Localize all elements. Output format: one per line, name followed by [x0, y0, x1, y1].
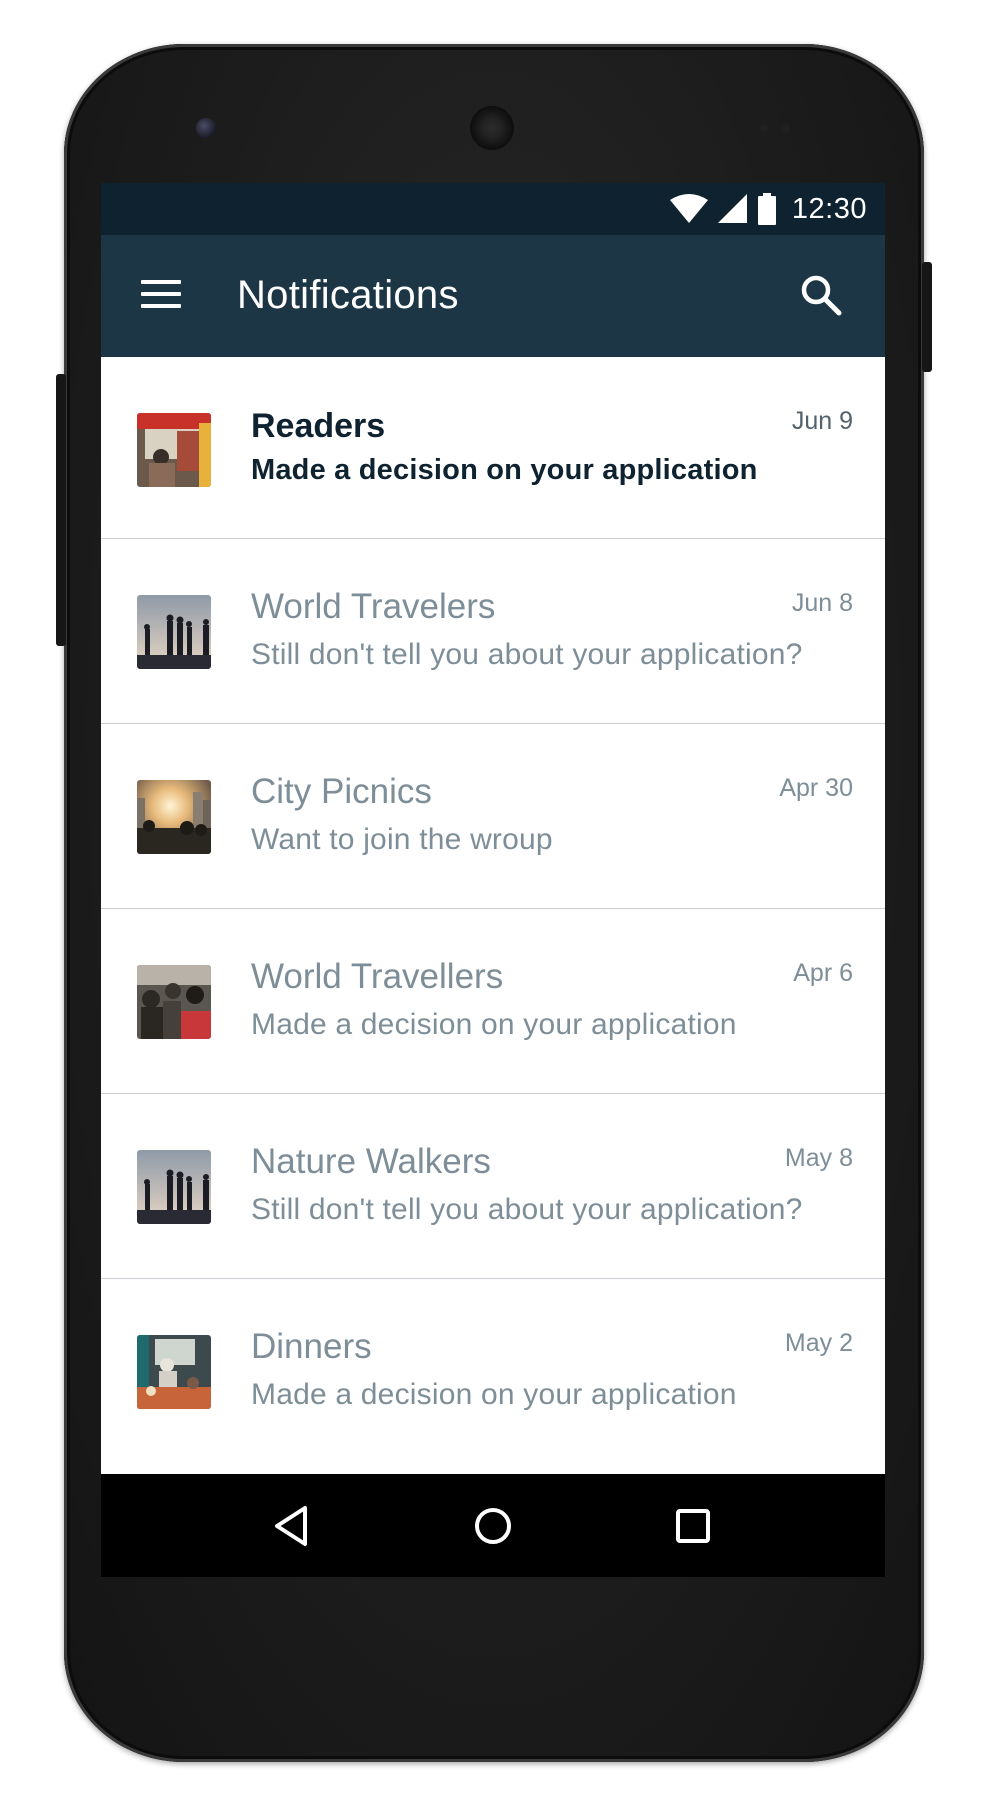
- notification-item-world-travelers[interactable]: World Travelers Still don't tell you abo…: [101, 539, 885, 724]
- search-icon[interactable]: [799, 273, 843, 317]
- thumbnail-sunset-city-photo: [137, 780, 211, 854]
- volume-button: [56, 374, 66, 646]
- light-sensor-2: [782, 124, 790, 132]
- notification-date: Apr 6: [793, 959, 853, 987]
- notification-item-nature-walkers[interactable]: Nature Walkers Still don't tell you abou…: [101, 1094, 885, 1279]
- proximity-sensor: [196, 118, 216, 138]
- navigation-bar: [101, 1474, 885, 1577]
- notification-date: May 8: [784, 1144, 853, 1172]
- light-sensor: [760, 124, 768, 132]
- notification-title: City Picnics: [251, 772, 432, 811]
- thumbnail-group-silhouette-photo: [137, 1150, 211, 1224]
- notification-title: World Travellers: [251, 957, 504, 996]
- notification-message: Want to join the wroup: [251, 823, 553, 856]
- battery-icon: [757, 193, 776, 225]
- thumbnail-dinner-table-photo: [137, 1335, 211, 1409]
- notification-item-readers[interactable]: Readers Made a decision on your applicat…: [101, 357, 885, 539]
- notification-message: Still don't tell you about your applicat…: [251, 638, 803, 671]
- recents-icon[interactable]: [665, 1498, 721, 1554]
- thumbnail-group-silhouette-photo: [137, 595, 211, 669]
- cell-signal-icon: [717, 194, 747, 223]
- thumbnail-crowd-photo: [137, 965, 211, 1039]
- app-bar: Notifications: [101, 235, 885, 357]
- notification-title: Nature Walkers: [251, 1142, 491, 1181]
- thumbnail-bus-photo: [137, 413, 211, 487]
- status-icons: 12:30: [669, 183, 867, 235]
- notification-date: Jun 9: [791, 407, 853, 435]
- notification-message: Made a decision on your application: [251, 1378, 737, 1411]
- status-bar: 12:30: [101, 183, 885, 235]
- front-camera: [470, 106, 514, 150]
- hamburger-menu-icon[interactable]: [141, 278, 181, 310]
- wifi-icon: [669, 194, 708, 223]
- home-icon[interactable]: [465, 1498, 521, 1554]
- notification-message: Made a decision on your application: [251, 454, 758, 486]
- page-title: Notifications: [237, 273, 459, 317]
- screen: 12:30 Notifications Readers Made a decis…: [101, 183, 885, 1577]
- power-button: [922, 262, 932, 372]
- notification-title: Dinners: [251, 1327, 372, 1366]
- status-time: 12:30: [791, 192, 867, 225]
- notification-date: Apr 30: [779, 774, 853, 802]
- notification-date: Jun 8: [791, 589, 853, 617]
- back-icon[interactable]: [265, 1498, 321, 1554]
- notification-date: May 2: [784, 1329, 853, 1357]
- notification-message: Still don't tell you about your applicat…: [251, 1193, 803, 1226]
- notification-item-city-picnics[interactable]: City Picnics Want to join the wroup Apr …: [101, 724, 885, 909]
- notification-title: World Travelers: [251, 587, 496, 626]
- notification-list: Readers Made a decision on your applicat…: [101, 357, 885, 1464]
- notification-title: Readers: [251, 407, 386, 445]
- notification-item-world-travellers[interactable]: World Travellers Made a decision on your…: [101, 909, 885, 1094]
- notification-item-dinners[interactable]: Dinners Made a decision on your applicat…: [101, 1279, 885, 1464]
- notification-message: Made a decision on your application: [251, 1008, 737, 1041]
